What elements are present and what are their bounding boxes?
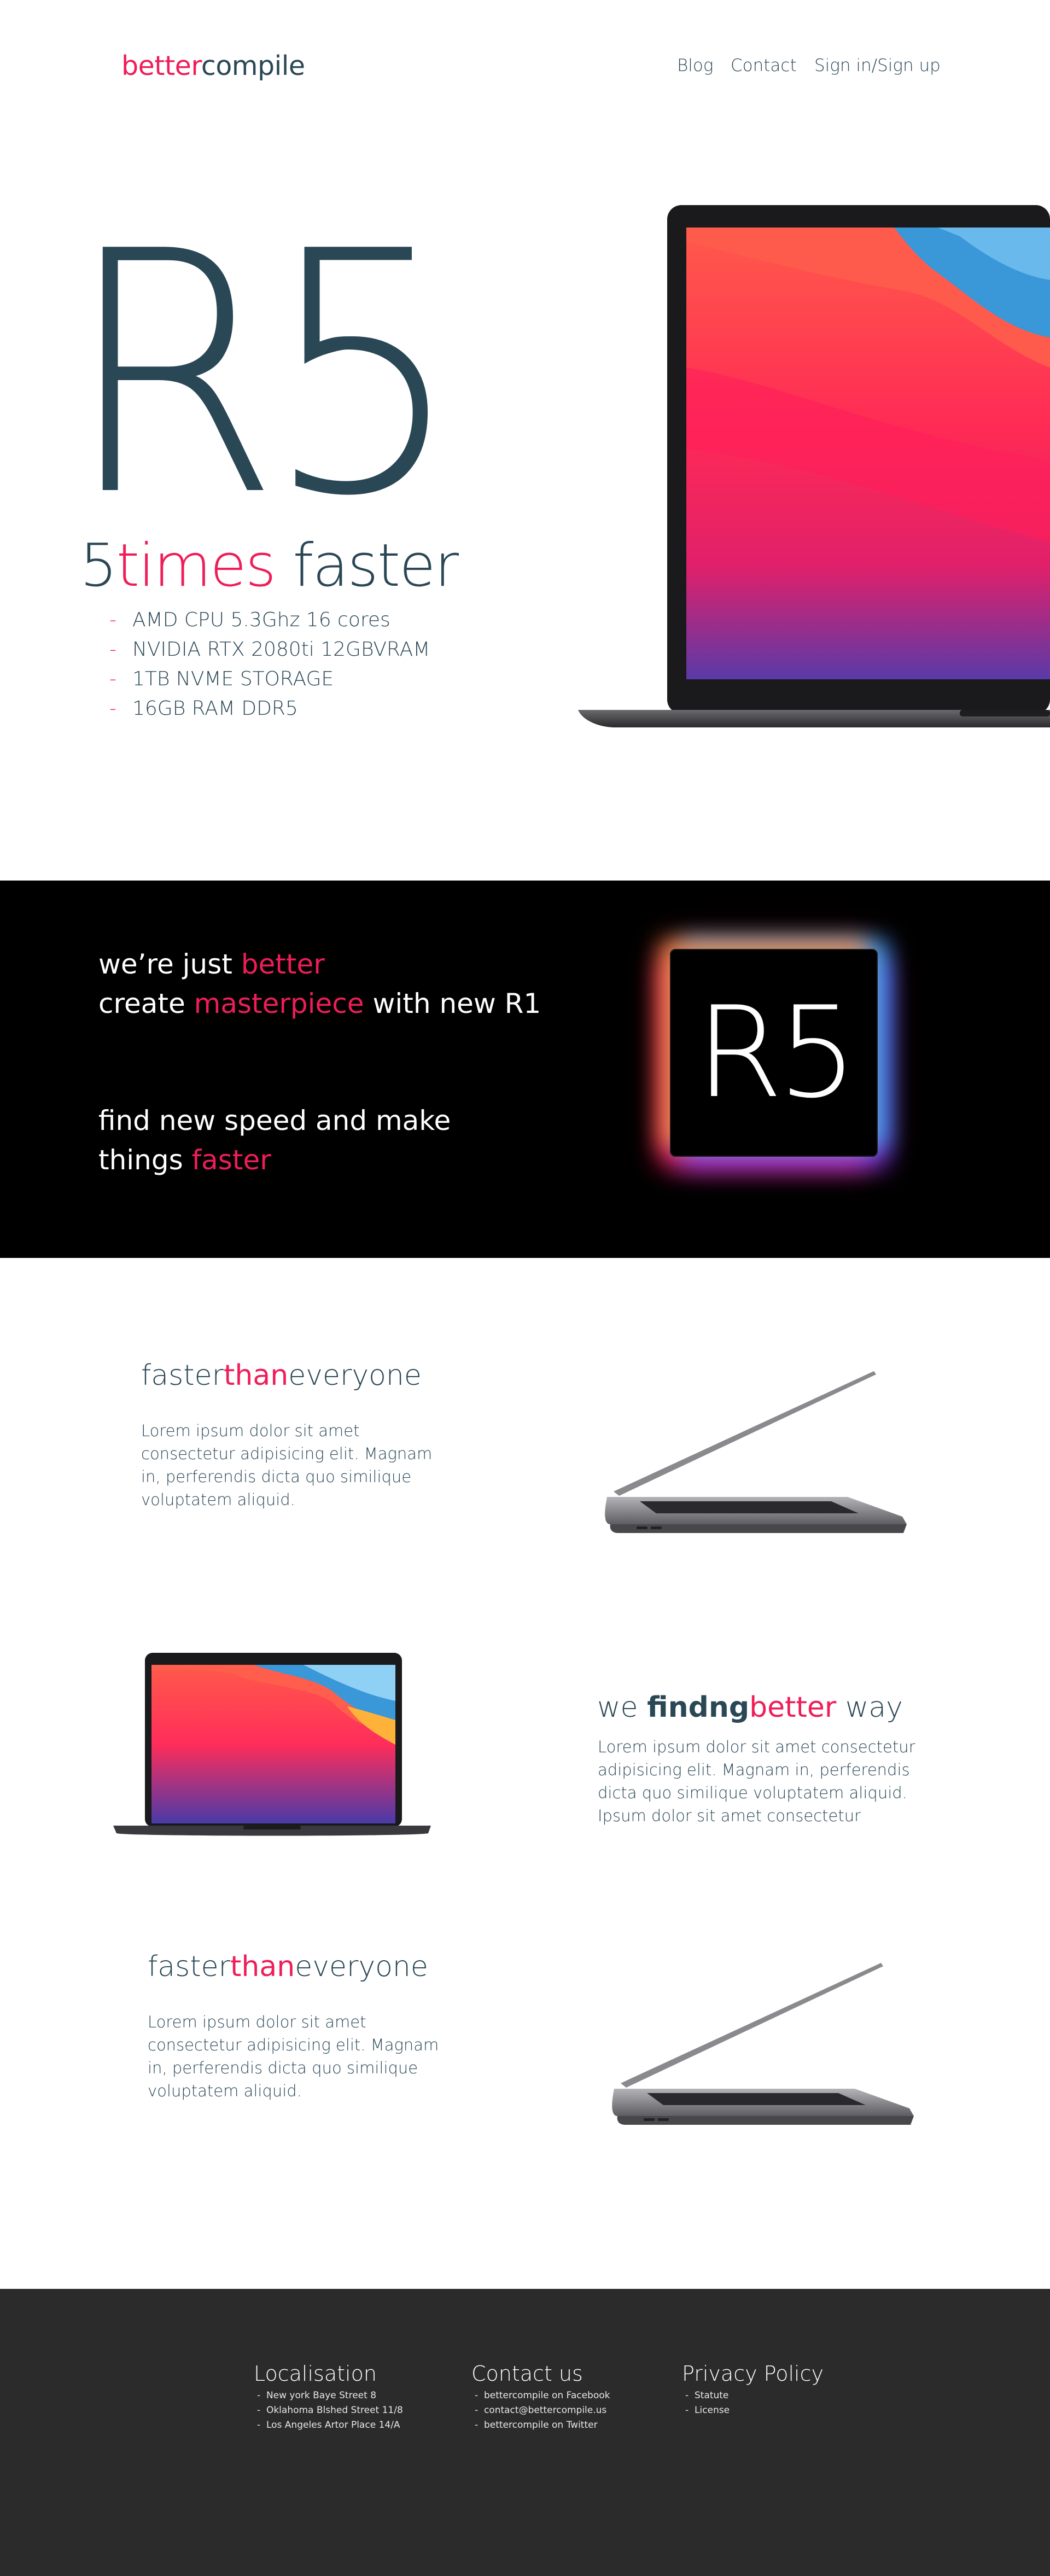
chip-label: R5 [695, 980, 858, 1126]
hero-laptop-image [578, 205, 1050, 727]
footer-link-text: Oklahoma Blshed Street 11/8 [266, 2405, 403, 2416]
feature-2-body: Lorem ipsum dolor sit amet consectetur a… [598, 1738, 915, 1825]
spec-marker: - [109, 697, 116, 720]
spec-item: -1TB NVME STORAGE [109, 668, 334, 690]
feature-3-title-a: faster [148, 1950, 231, 1983]
footer-marker: - [475, 2405, 479, 2416]
spec-text: 16GB RAM DDR5 [132, 697, 298, 720]
feature-3-title-b: than [230, 1950, 295, 1983]
logo-rest: compile [201, 50, 305, 81]
footer-link[interactable]: - License [685, 2403, 730, 2418]
spec-text: NVIDIA RTX 2080ti 12GBVRAM [132, 638, 430, 661]
band-line-4: things faster [98, 1140, 271, 1180]
feature-band [0, 881, 1050, 1258]
feature-2-title-b: findng [647, 1691, 750, 1724]
footer-heading-contact: Contact us [471, 2362, 583, 2386]
footer-link[interactable]: - bettercompile on Facebook [475, 2388, 610, 2403]
footer-link[interactable]: - bettercompile on Twitter [475, 2418, 598, 2433]
footer-marker: - [685, 2390, 689, 2401]
feature-2-title-a: we [597, 1691, 648, 1724]
feature-1-body: Lorem ipsum dolor sit amet consectetur a… [141, 1421, 433, 1509]
footer-link-text: License [694, 2405, 730, 2416]
footer-link-text: bettercompile on Twitter [483, 2420, 598, 2431]
footer-marker: - [257, 2390, 261, 2401]
footer-marker: - [257, 2405, 261, 2416]
nav-sign-in[interactable]: Sign in/Sign up [814, 56, 941, 75]
footer-link-text: bettercompile on Facebook [483, 2390, 610, 2401]
band-line-3: find new speed and make [98, 1105, 451, 1137]
feature-2-title-d: way [836, 1691, 903, 1724]
band-line-1: we’re just better [98, 945, 325, 984]
feature-1-title-a: faster [141, 1359, 224, 1392]
feature-3-body: Lorem ipsum dolor sit amet consectetur a… [148, 2013, 439, 2100]
feature-3-laptop-image [612, 1963, 914, 2125]
nav-blog[interactable]: Blog [677, 56, 713, 75]
feature-1-title-c: everyone [288, 1359, 422, 1392]
feature-3-title-c: everyone [295, 1950, 428, 1983]
footer-link[interactable]: - Los Angeles Artor Place 14/A [257, 2418, 400, 2433]
feature-1-title: fasterthaneveryone [141, 1359, 422, 1392]
spec-item: - AMD CPU 5.3Ghz 16 cores [109, 609, 390, 631]
hero-sub-accent: times [116, 532, 276, 600]
footer-link-text: Statute [694, 2390, 729, 2401]
hero-big-title: R5 [65, 180, 462, 569]
spec-item: - NVIDIA RTX 2080ti 12GBVRAM [109, 638, 430, 661]
footer-link-text: Los Angeles Artor Place 14/A [266, 2420, 400, 2431]
band-line-4-start: things [98, 1144, 192, 1176]
spec-text: 1TB NVME STORAGE [132, 668, 334, 690]
footer-link[interactable]: - contact@bettercompile.us [475, 2403, 606, 2418]
feature-1-laptop-image [605, 1371, 907, 1533]
band-line-1-start: we’re just [98, 948, 241, 980]
nav-contact[interactable]: Contact [731, 56, 797, 75]
feature-2-title-c: better [749, 1691, 837, 1724]
hero-sub-number: 5 [80, 532, 118, 600]
footer-link[interactable]: - Oklahoma Blshed Street 11/8 [257, 2403, 403, 2418]
footer-link[interactable]: - New york Baye Street 8 [257, 2388, 376, 2403]
hero-sub-rest: faster [275, 532, 459, 600]
footer-heading-localisation: Localisation [254, 2362, 377, 2386]
footer-marker: - [475, 2420, 479, 2431]
band-line-2-end: with new R1 [364, 988, 541, 1019]
feature-3-title: fasterthaneveryone [148, 1950, 428, 1983]
spec-marker: - [109, 638, 116, 661]
footer-marker: - [475, 2390, 479, 2401]
band-line-1-accent: better [241, 948, 325, 980]
logo-strong: better [121, 50, 201, 81]
band-line-2-accent: masterpiece [194, 988, 364, 1019]
spec-text: AMD CPU 5.3Ghz 16 cores [132, 609, 390, 631]
footer-heading-privacy: Privacy Policy [682, 2362, 824, 2386]
footer-link-text: New york Baye Street 8 [266, 2390, 377, 2401]
feature-2-laptop-image [113, 1653, 431, 1836]
footer-marker: - [685, 2405, 689, 2416]
logo[interactable]: bettercompile [121, 50, 305, 81]
feature-2-title: we findngbetter way [597, 1691, 903, 1724]
feature-1-title-b: than [224, 1359, 289, 1392]
band-line-4-accent: faster [191, 1144, 271, 1176]
spec-item: -16GB RAM DDR5 [109, 697, 298, 720]
spec-marker: - [109, 609, 116, 631]
spec-marker: - [109, 668, 116, 690]
band-line-2: create masterpiece with new R1 [98, 984, 541, 1023]
hero-subtitle: 5times faster [80, 532, 459, 600]
footer-link-text: contact@bettercompile.us [483, 2405, 607, 2416]
footer-link[interactable]: - Statute [685, 2388, 728, 2403]
footer-marker: - [257, 2420, 261, 2431]
band-line-2-start: create [98, 988, 194, 1019]
